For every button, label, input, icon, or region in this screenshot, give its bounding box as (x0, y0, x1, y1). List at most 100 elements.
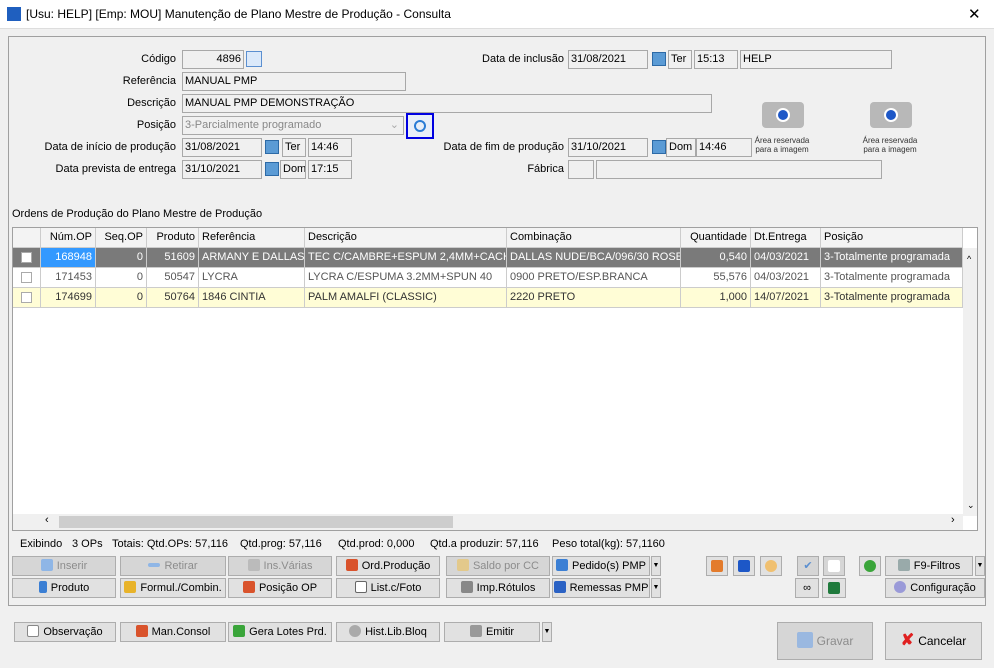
scroll-up-icon[interactable]: ^ (967, 254, 971, 264)
search-icon[interactable] (246, 51, 262, 67)
row-checkbox[interactable] (13, 248, 41, 268)
refresh-posicao-button[interactable] (406, 113, 434, 139)
prevista-date-field[interactable]: 31/10/2021 (182, 160, 262, 179)
excel-export-button[interactable] (822, 578, 846, 598)
grid-header: Núm.OP Seq.OP Produto Referência Descriç… (13, 228, 963, 248)
check-all-button[interactable]: ✔ (797, 556, 819, 576)
status-prog: Qtd.prog: 57,116 (240, 538, 322, 550)
referencia-field[interactable]: MANUAL PMP (182, 72, 406, 91)
inclusao-time: 15:13 (694, 50, 738, 69)
pedidos-dropdown[interactable]: ▼ (651, 556, 661, 576)
row-checkbox[interactable] (13, 268, 41, 288)
ord-producao-button[interactable]: Ord.Produção (336, 556, 440, 576)
posicao-select[interactable]: 3-Parcialmente programado ⌄ (182, 116, 404, 135)
cell-dt-entrega: 14/07/2021 (751, 288, 821, 308)
scroll-left-icon[interactable]: ‹ (45, 514, 49, 526)
posicao-label: Posição (136, 119, 176, 131)
table-row[interactable]: 168948 0 51609 ARMANY E DALLAS TEC C/CAMBRE+… (13, 248, 963, 268)
col-descricao[interactable]: Descrição (305, 228, 507, 248)
descricao-field[interactable]: MANUAL PMP DEMONSTRAÇÃO (182, 94, 712, 113)
prevista-label: Data prevista de entrega (55, 163, 176, 175)
uncheck-all-button[interactable] (823, 556, 845, 576)
posicao-op-button[interactable]: Posição OP (228, 578, 332, 598)
col-combinacao[interactable]: Combinação (507, 228, 681, 248)
fim-date-field[interactable]: 31/10/2021 (568, 138, 648, 157)
hist-lib-bloq-button[interactable]: Hist.Lib.Bloq (336, 622, 440, 642)
ins-varias-button[interactable]: Ins.Várias (228, 556, 332, 576)
filtros-dropdown[interactable]: ▼ (975, 556, 985, 576)
cancel-icon: ✘ (900, 632, 915, 649)
fabrica-code-field[interactable] (568, 160, 594, 179)
man-consol-button[interactable]: Man.Consol (120, 622, 226, 642)
cell-quantidade: 0,540 (681, 248, 751, 268)
col-num-op[interactable]: Núm.OP (41, 228, 96, 248)
camera-icon[interactable] (870, 102, 912, 128)
vertical-scrollbar[interactable]: ^ ⌄ (963, 248, 977, 516)
col-quantidade[interactable]: Quantidade (681, 228, 751, 248)
remessas-pmp-button[interactable]: Remessas PMP (552, 578, 650, 598)
horizontal-scrollbar[interactable]: ‹ › (13, 514, 963, 530)
export-doc-icon (233, 625, 246, 637)
observacao-button[interactable]: Observação (14, 622, 116, 642)
table-row[interactable]: 174699 0 50764 1846 CINTIA PALM AMALFI (CLAS… (13, 288, 963, 308)
table-row[interactable]: 171453 0 50547 LYCRA LYCRA C/ESPUMA 3.2MM+SP… (13, 268, 963, 288)
inserir-button[interactable]: Inserir (12, 556, 116, 576)
minus-icon (148, 563, 161, 567)
scroll-down-icon[interactable]: ⌄ (967, 500, 975, 511)
col-posicao[interactable]: Posição (821, 228, 963, 248)
emitir-dropdown[interactable]: ▼ (542, 622, 552, 642)
refresh-button[interactable] (859, 556, 881, 576)
clipboard-icon (456, 559, 469, 571)
inicio-date-field[interactable]: 31/08/2021 (182, 138, 262, 157)
inicio-label: Data de início de produção (44, 141, 176, 153)
calendar-icon[interactable] (652, 140, 666, 154)
col-produto[interactable]: Produto (147, 228, 199, 248)
list-foto-button[interactable]: List.c/Foto (336, 578, 440, 598)
fim-label: Data de fim de produção (443, 141, 564, 153)
retirar-button[interactable]: Retirar (120, 556, 226, 576)
col-seq-op[interactable]: Seq.OP (96, 228, 147, 248)
formul-combin-button[interactable]: Formul./Combin. (120, 578, 226, 598)
remessas-dropdown[interactable]: ▼ (651, 578, 661, 598)
pedidos-pmp-button[interactable]: Pedido(s) PMP (552, 556, 650, 576)
inicio-time-field[interactable]: 14:46 (308, 138, 352, 157)
scroll-right-icon[interactable]: › (951, 514, 955, 526)
close-button[interactable]: ✕ (968, 5, 981, 23)
toolbox-icon (135, 625, 148, 637)
print-icon (469, 625, 482, 637)
status-peso: Peso total(kg): 57,1160 (552, 538, 665, 550)
sort-button[interactable] (733, 556, 755, 576)
formula-icon (124, 581, 137, 593)
configuracao-button[interactable]: Configuração (885, 578, 985, 598)
scroll-thumb[interactable] (59, 516, 453, 528)
calendar-icon[interactable] (265, 162, 279, 176)
colors-button[interactable] (760, 556, 782, 576)
col-referencia[interactable]: Referência (199, 228, 305, 248)
orders-grid[interactable]: Núm.OP Seq.OP Produto Referência Descriç… (12, 227, 978, 531)
calendar-icon[interactable] (652, 52, 666, 66)
emitir-button[interactable]: Emitir (444, 622, 540, 642)
inicio-weekday: Ter (282, 138, 306, 157)
gravar-button[interactable]: Gravar (777, 622, 873, 660)
status-exibindo: Exibindo (20, 538, 63, 550)
prevista-time-field[interactable]: 17:15 (308, 160, 352, 179)
fim-time-field[interactable]: 14:46 (696, 138, 752, 157)
codigo-field[interactable]: 4896 (182, 50, 244, 69)
row-checkbox[interactable] (13, 288, 41, 308)
imp-rotulos-button[interactable]: Imp.Rótulos (446, 578, 550, 598)
grid-layout-button[interactable] (706, 556, 728, 576)
saldo-cc-button[interactable]: Saldo por CC (446, 556, 550, 576)
cancelar-button[interactable]: ✘ Cancelar (885, 622, 982, 660)
produto-button[interactable]: Produto (12, 578, 116, 598)
chevron-down-icon: ⌄ (389, 119, 399, 131)
checkbox-icon (828, 560, 840, 572)
calendar-icon[interactable] (265, 140, 279, 154)
find-button[interactable]: ∞ (795, 578, 819, 598)
col-dt-entrega[interactable]: Dt.Entrega (751, 228, 821, 248)
fabrica-label: Fábrica (527, 163, 564, 175)
filtros-button[interactable]: F9-Filtros (885, 556, 973, 576)
cell-num-op: 171453 (41, 268, 96, 288)
gera-lotes-button[interactable]: Gera Lotes Prd. (228, 622, 332, 642)
grid-title: Ordens de Produção do Plano Mestre de Pr… (12, 208, 263, 220)
camera-icon[interactable] (762, 102, 804, 128)
